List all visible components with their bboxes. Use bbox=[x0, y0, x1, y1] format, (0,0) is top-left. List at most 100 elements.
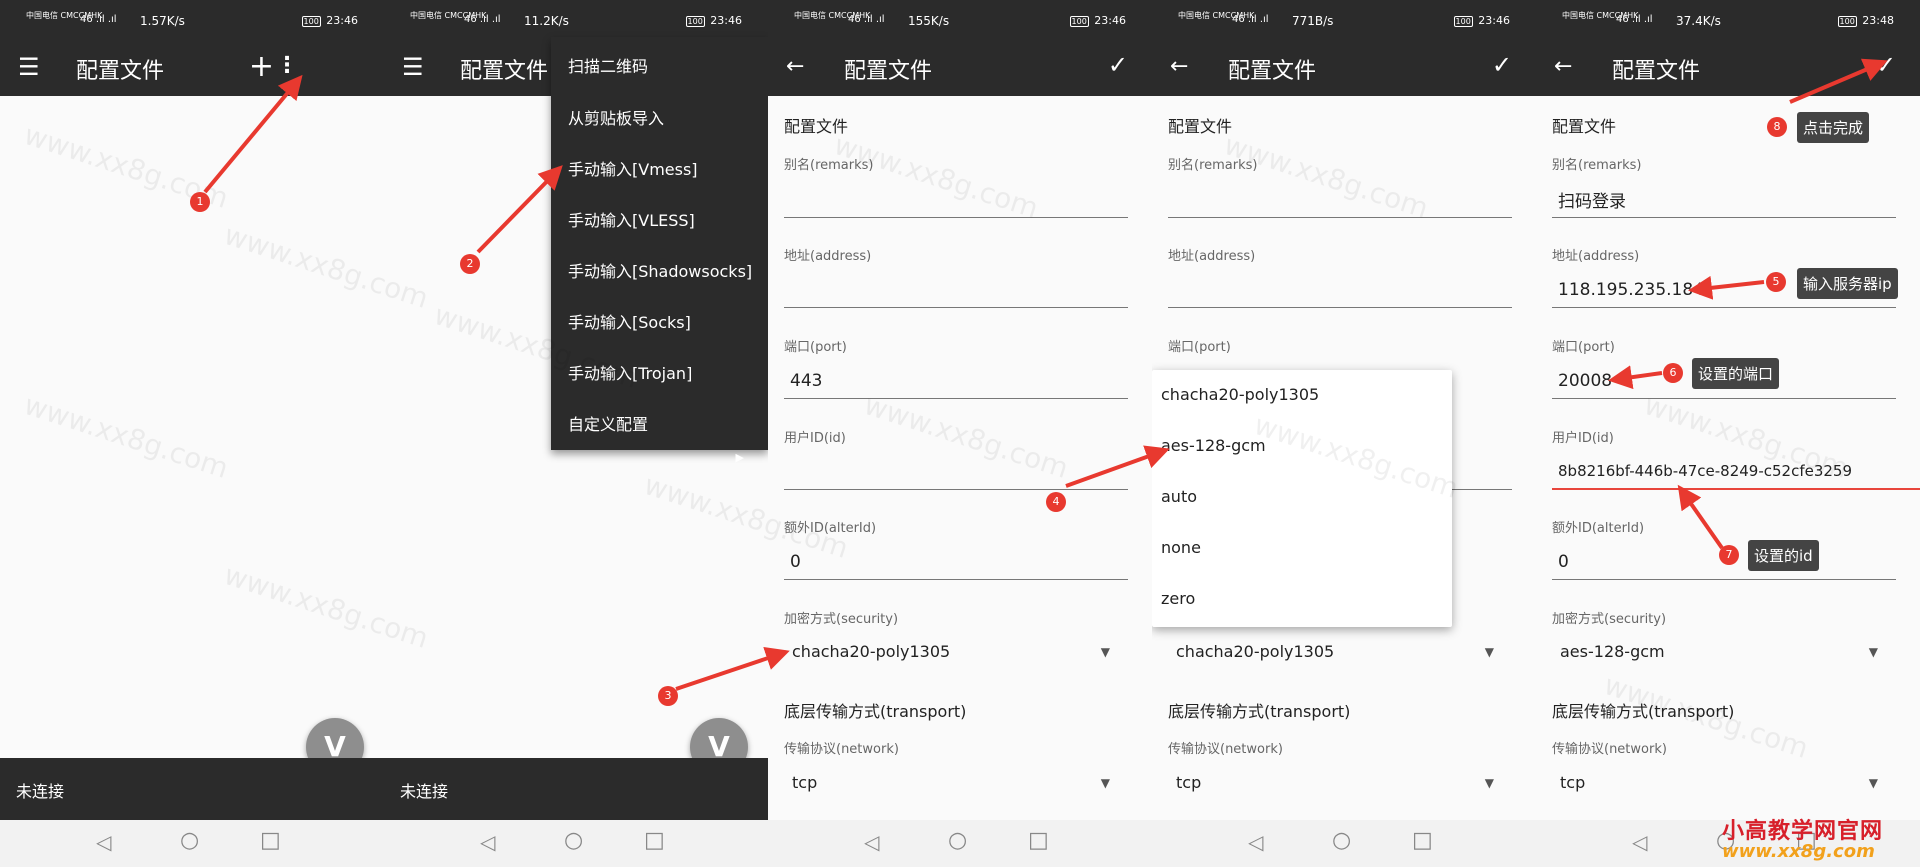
form-section-title: 配置文件 bbox=[1552, 117, 1617, 136]
dropdown-caret-icon: ▼ bbox=[1484, 776, 1494, 790]
connection-bar: 未连接 bbox=[0, 758, 384, 820]
save-check-icon[interactable]: ✓ bbox=[1108, 51, 1128, 79]
nav-home-icon[interactable]: ○ bbox=[180, 828, 199, 853]
port-label: 端口(port) bbox=[1168, 340, 1231, 355]
callout-server-ip: 输入服务器ip bbox=[1797, 268, 1898, 299]
connection-status: 未连接 bbox=[400, 782, 449, 801]
address-label: 地址(address) bbox=[1168, 249, 1256, 264]
network-speed: 1.57K/s bbox=[140, 14, 185, 28]
menu-item-import-clipboard[interactable]: 从剪贴板导入 bbox=[568, 105, 664, 129]
add-config-menu: 扫描二维码 从剪贴板导入 手动输入[Vmess] 手动输入[VLESS] 手动输… bbox=[551, 37, 768, 464]
back-arrow-icon[interactable]: ← bbox=[1170, 55, 1188, 79]
dropdown-option-chacha20[interactable]: chacha20-poly1305 bbox=[1161, 385, 1319, 404]
remarks-field[interactable] bbox=[1552, 182, 1896, 218]
nav-recent-icon[interactable]: □ bbox=[1412, 828, 1433, 853]
nav-back-icon[interactable]: ◁ bbox=[1632, 830, 1647, 854]
step-marker-1: 1 bbox=[190, 192, 210, 212]
network-select[interactable]: tcp ▼ bbox=[1168, 765, 1512, 801]
port-field[interactable] bbox=[784, 363, 1128, 399]
connection-status: 未连接 bbox=[16, 782, 65, 801]
connection-bar: 未连接 bbox=[384, 758, 768, 820]
more-options-icon[interactable]: ⋮ bbox=[276, 53, 298, 78]
nav-home-icon[interactable]: ○ bbox=[1332, 828, 1351, 853]
dropdown-option-auto[interactable]: auto bbox=[1161, 487, 1197, 506]
menu-item-manual-vless[interactable]: 手动输入[VLESS] bbox=[568, 207, 695, 231]
nav-home-icon[interactable]: ○ bbox=[948, 828, 967, 853]
form-section-title: 配置文件 bbox=[1168, 117, 1233, 136]
id-field[interactable] bbox=[1552, 454, 1920, 490]
dropdown-caret-icon: ▼ bbox=[1100, 776, 1110, 790]
security-select[interactable]: chacha20-poly1305 ▼ bbox=[1168, 634, 1512, 670]
screen-2: 中国电信 CMCCMHK 46 .ıl .ıl 11.2K/s 100 23:4… bbox=[384, 0, 768, 867]
clock: 23:46 bbox=[326, 14, 358, 27]
dropdown-option-none[interactable]: none bbox=[1161, 538, 1201, 557]
menu-item-custom-config[interactable]: 自定义配置 bbox=[568, 411, 648, 435]
menu-item-manual-socks[interactable]: 手动输入[Socks] bbox=[568, 309, 691, 333]
page-title: 配置文件 bbox=[76, 59, 165, 84]
network-speed: 771B/s bbox=[1292, 14, 1334, 28]
system-nav-bar: ◁ ○ □ bbox=[768, 820, 1152, 867]
network-select[interactable]: tcp ▼ bbox=[1552, 765, 1896, 801]
id-field[interactable] bbox=[784, 454, 1128, 490]
save-check-icon[interactable]: ✓ bbox=[1876, 51, 1896, 79]
signal-icon: 46 .ıl .ıl bbox=[80, 14, 117, 25]
menu-item-scan-qr[interactable]: 扫描二维码 bbox=[568, 53, 648, 77]
nav-back-icon[interactable]: ◁ bbox=[1248, 830, 1263, 854]
nav-home-icon[interactable]: ○ bbox=[564, 828, 583, 853]
status-bar: 中国电信 CMCCMHK 46 .ıl .ıl 1.57K/s 100 23:4… bbox=[0, 0, 384, 37]
network-value: tcp bbox=[792, 773, 818, 792]
dropdown-option-zero[interactable]: zero bbox=[1161, 589, 1195, 608]
network-speed: 37.4K/s bbox=[1676, 14, 1721, 28]
address-field[interactable] bbox=[784, 272, 1128, 308]
nav-back-icon[interactable]: ◁ bbox=[480, 830, 495, 854]
save-check-icon[interactable]: ✓ bbox=[1492, 51, 1512, 79]
nav-back-icon[interactable]: ◁ bbox=[96, 830, 111, 854]
submenu-arrow-icon: ▶ bbox=[735, 451, 744, 464]
signal-icon: 46 .ıl .ıl bbox=[1616, 14, 1653, 25]
nav-recent-icon[interactable]: □ bbox=[1028, 828, 1049, 853]
battery-icon: 100 bbox=[1837, 16, 1857, 27]
network-select[interactable]: tcp ▼ bbox=[784, 765, 1128, 801]
logo-url: www.xx8g.com bbox=[1722, 841, 1875, 862]
menu-item-manual-vmess[interactable]: 手动输入[Vmess] bbox=[568, 156, 698, 180]
battery-icon: 100 bbox=[685, 16, 705, 27]
status-right: 100 23:46 bbox=[1452, 14, 1510, 27]
port-label: 端口(port) bbox=[784, 340, 847, 355]
system-nav-bar: ◁ ○ □ bbox=[0, 820, 384, 867]
nav-recent-icon[interactable]: □ bbox=[644, 828, 665, 853]
alterid-label: 额外ID(alterId) bbox=[1552, 521, 1645, 536]
app-bar: ← 配置文件 ✓ bbox=[1536, 37, 1920, 96]
security-value: chacha20-poly1305 bbox=[1176, 642, 1335, 661]
step-marker-3: 3 bbox=[658, 686, 678, 706]
security-select[interactable]: chacha20-poly1305 ▼ bbox=[784, 634, 1128, 670]
security-value: chacha20-poly1305 bbox=[792, 642, 951, 661]
dropdown-caret-icon: ▼ bbox=[1100, 645, 1110, 659]
status-right: 100 23:46 bbox=[684, 14, 742, 27]
page-title: 配置文件 bbox=[844, 59, 933, 84]
battery-icon: 100 bbox=[1069, 16, 1089, 27]
back-arrow-icon[interactable]: ← bbox=[786, 55, 804, 79]
signal-icon: 46 .ıl .ıl bbox=[464, 14, 501, 25]
network-label: 传输协议(network) bbox=[1552, 742, 1667, 757]
battery-icon: 100 bbox=[1453, 16, 1473, 27]
address-field[interactable] bbox=[1168, 272, 1512, 308]
menu-icon[interactable]: ☰ bbox=[402, 55, 424, 79]
step-marker-5: 5 bbox=[1766, 272, 1786, 292]
nav-recent-icon[interactable]: □ bbox=[260, 828, 281, 853]
clock: 23:46 bbox=[710, 14, 742, 27]
page-title: 配置文件 bbox=[460, 59, 549, 84]
security-select[interactable]: aes-128-gcm ▼ bbox=[1552, 634, 1896, 670]
add-icon[interactable]: + bbox=[249, 49, 274, 84]
back-arrow-icon[interactable]: ← bbox=[1554, 55, 1572, 79]
nav-back-icon[interactable]: ◁ bbox=[864, 830, 879, 854]
app-bar: ← 配置文件 ✓ bbox=[768, 37, 1152, 96]
step-marker-6: 6 bbox=[1663, 363, 1683, 383]
status-bar: 中国电信 CMCCMHK 46 .ıl .ıl 771B/s 100 23:46 bbox=[1152, 0, 1536, 37]
network-speed: 11.2K/s bbox=[524, 14, 569, 28]
dropdown-caret-icon: ▼ bbox=[1484, 645, 1494, 659]
id-label: 用户ID(id) bbox=[1552, 431, 1614, 446]
menu-item-manual-shadowsocks[interactable]: 手动输入[Shadowsocks] bbox=[568, 258, 752, 282]
page-title: 配置文件 bbox=[1612, 59, 1701, 84]
security-label: 加密方式(security) bbox=[784, 612, 899, 627]
menu-icon[interactable]: ☰ bbox=[18, 55, 40, 79]
